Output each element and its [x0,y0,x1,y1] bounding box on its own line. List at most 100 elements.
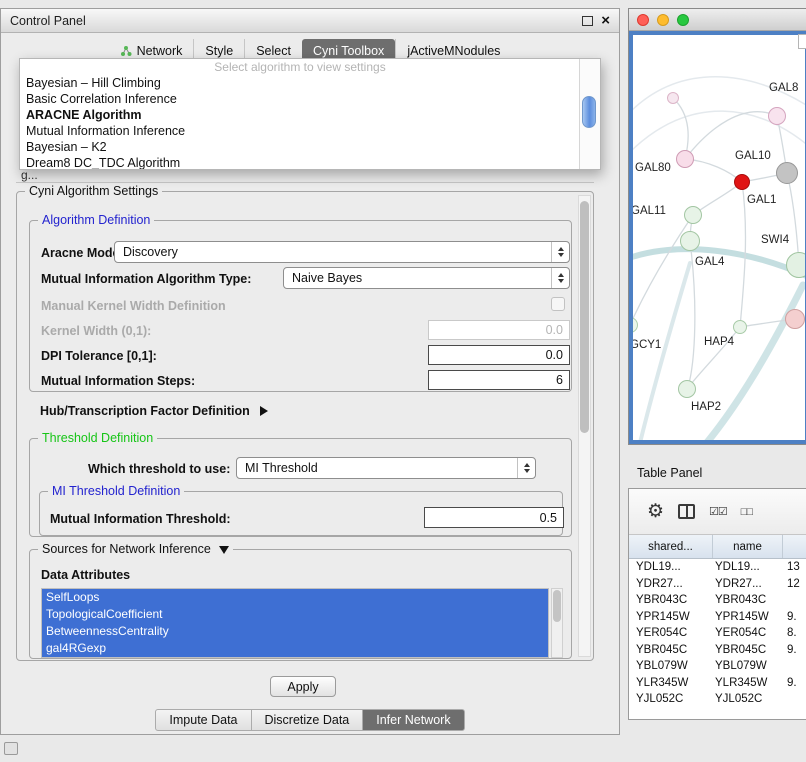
table-row[interactable]: YPR145WYPR145W9. [629,609,806,626]
table-panel-window: ⚙ ☑☑ □□ shared... name YDL19...YDL19...1… [628,488,806,720]
table-cell: YDL19... [713,561,783,573]
attributes-scrollbar[interactable] [551,588,563,658]
kernel-width-input[interactable]: 0.0 [428,320,570,340]
dropdown-scrollbar-thumb[interactable] [582,96,596,128]
network-node-gal11[interactable] [684,206,702,224]
network-edge [684,285,803,444]
tab-impute-data[interactable]: Impute Data [155,709,251,731]
stepper-icon[interactable] [517,458,535,478]
hub-section-toggle[interactable]: Hub/Transcription Factor Definition [40,404,268,418]
network-scrollbar-stub[interactable] [798,34,806,49]
obscured-group-border [16,182,594,183]
control-panel-title: Control Panel [10,14,86,28]
network-node-hap2[interactable] [678,380,696,398]
network-node-unlabeled-10[interactable] [785,309,805,329]
sources-group-toggle[interactable]: Sources for Network Inference [38,542,233,556]
obscured-group-label: g... [21,168,38,182]
column-header-shared-name[interactable]: shared... [629,535,713,558]
algorithm-definition-title: Algorithm Definition [38,213,154,227]
stepper-icon[interactable] [551,268,569,288]
algorithm-option[interactable]: Basic Correlation Inference [20,91,580,107]
which-threshold-select[interactable]: MI Threshold [236,457,536,479]
apply-button[interactable]: Apply [270,676,336,697]
network-node-swi4[interactable] [786,252,806,278]
attribute-list-item[interactable]: TopologicalCoefficient [42,606,548,623]
manual-kernel-checkbox[interactable] [551,297,565,311]
column-header-name[interactable]: name [713,535,783,558]
float-window-icon[interactable] [582,16,593,26]
mi-steps-input[interactable]: 6 [428,370,570,390]
network-node-label: GAL11 [631,205,666,217]
cyni-algorithm-settings-group: Cyni Algorithm Settings Algorithm Defini… [16,191,594,661]
table-cell: YJL052C [713,693,783,705]
algorithm-option[interactable]: Bayesian – Hill Climbing [20,75,580,91]
columns-icon[interactable] [678,504,695,519]
table-cell: YLR345W [629,677,713,689]
network-node-label: SWI4 [761,234,789,246]
column-header-extra[interactable] [783,535,806,558]
attribute-list-item[interactable]: SelfLoops [42,589,548,606]
table-cell: YBR043C [629,594,713,606]
dropdown-scrollbar[interactable] [579,59,600,169]
table-cell: 9. [783,644,806,656]
network-node-gal80[interactable] [676,150,694,168]
mi-threshold-input[interactable]: 0.5 [424,507,564,528]
network-stage[interactable]: GAL8GAL80GAL10GAL1GAL11SWI4GAL4GCY1HAP4H… [629,31,806,444]
stepper-icon[interactable] [551,242,569,262]
gear-icon[interactable]: ⚙ [647,502,664,521]
select-all-checkboxes-icon[interactable]: ☑☑ [709,505,727,518]
algorithm-option[interactable]: Mutual Information Inference [20,123,580,139]
algorithm-option[interactable]: Bayesian – K2 [20,139,580,155]
table-row[interactable]: YJL052CYJL052C [629,691,806,708]
close-icon[interactable]: × [601,13,610,28]
table-cell: 12 [783,578,806,590]
mi-algorithm-type-select[interactable]: Naive Bayes [283,267,570,289]
dpi-tolerance-input[interactable]: 0.0 [428,345,570,365]
network-node-unlabeled-1[interactable] [667,92,679,104]
mi-threshold-label: Mutual Information Threshold: [50,512,231,526]
collapsed-panel-icon[interactable] [4,742,18,755]
algorithm-placeholder: Select algorithm to view settings [20,60,580,75]
attributes-scrollbar-thumb[interactable] [553,590,561,622]
minimize-traffic-light[interactable] [657,14,669,26]
dpi-tolerance-label: DPI Tolerance [0,1]: [41,349,157,363]
settings-scrollbar-thumb[interactable] [580,201,589,433]
network-node-gal10[interactable] [734,174,750,190]
attribute-list-item[interactable]: BetweennessCentrality [42,623,548,640]
network-node-gal8[interactable] [768,107,786,125]
aracne-mode-select[interactable]: Discovery [114,241,570,263]
table-row[interactable]: YBL079WYBL079W [629,658,806,675]
table-cell: YDR27... [629,578,713,590]
algorithm-option[interactable]: Dream8 DC_TDC Algorithm [20,155,580,169]
close-traffic-light[interactable] [637,14,649,26]
network-node-gal4[interactable] [680,231,700,251]
attribute-list-item[interactable]: gal4RGexp [42,640,548,657]
table-cell: YBL079W [713,660,783,672]
zoom-traffic-light[interactable] [677,14,689,26]
network-window-titlebar [629,9,806,31]
tab-discretize-data[interactable]: Discretize Data [251,709,364,731]
table-row[interactable]: YDL19...YDL19...13 [629,559,806,576]
network-node-label: HAP2 [691,401,721,413]
kernel-width-label: Kernel Width (0,1): [41,324,151,338]
algorithm-option[interactable]: ARACNE Algorithm [20,107,580,123]
table-cell: YER054C [629,627,713,639]
tab-infer-network[interactable]: Infer Network [362,709,464,731]
network-node-gal1[interactable] [776,162,798,184]
deselect-all-checkboxes-icon[interactable]: □□ [741,506,752,518]
collapsed-arrow-icon [260,406,268,416]
network-node-label: GAL4 [695,256,724,268]
table-cell: YDL19... [629,561,713,573]
data-attributes-label: Data Attributes [41,568,130,582]
table-row[interactable]: YLR345WYLR345W9. [629,675,806,692]
settings-scrollbar[interactable] [578,195,591,657]
table-cell: YBR045C [629,644,713,656]
network-node-label: GAL80 [635,162,671,174]
mi-steps-label: Mutual Information Steps: [41,374,195,388]
table-row[interactable]: YBR043CYBR043C [629,592,806,609]
table-cell: YBR043C [713,594,783,606]
table-row[interactable]: YDR27...YDR27...12 [629,576,806,593]
network-node-hap4[interactable] [733,320,747,334]
table-row[interactable]: YER054CYER054C8. [629,625,806,642]
table-row[interactable]: YBR045CYBR045C9. [629,642,806,659]
